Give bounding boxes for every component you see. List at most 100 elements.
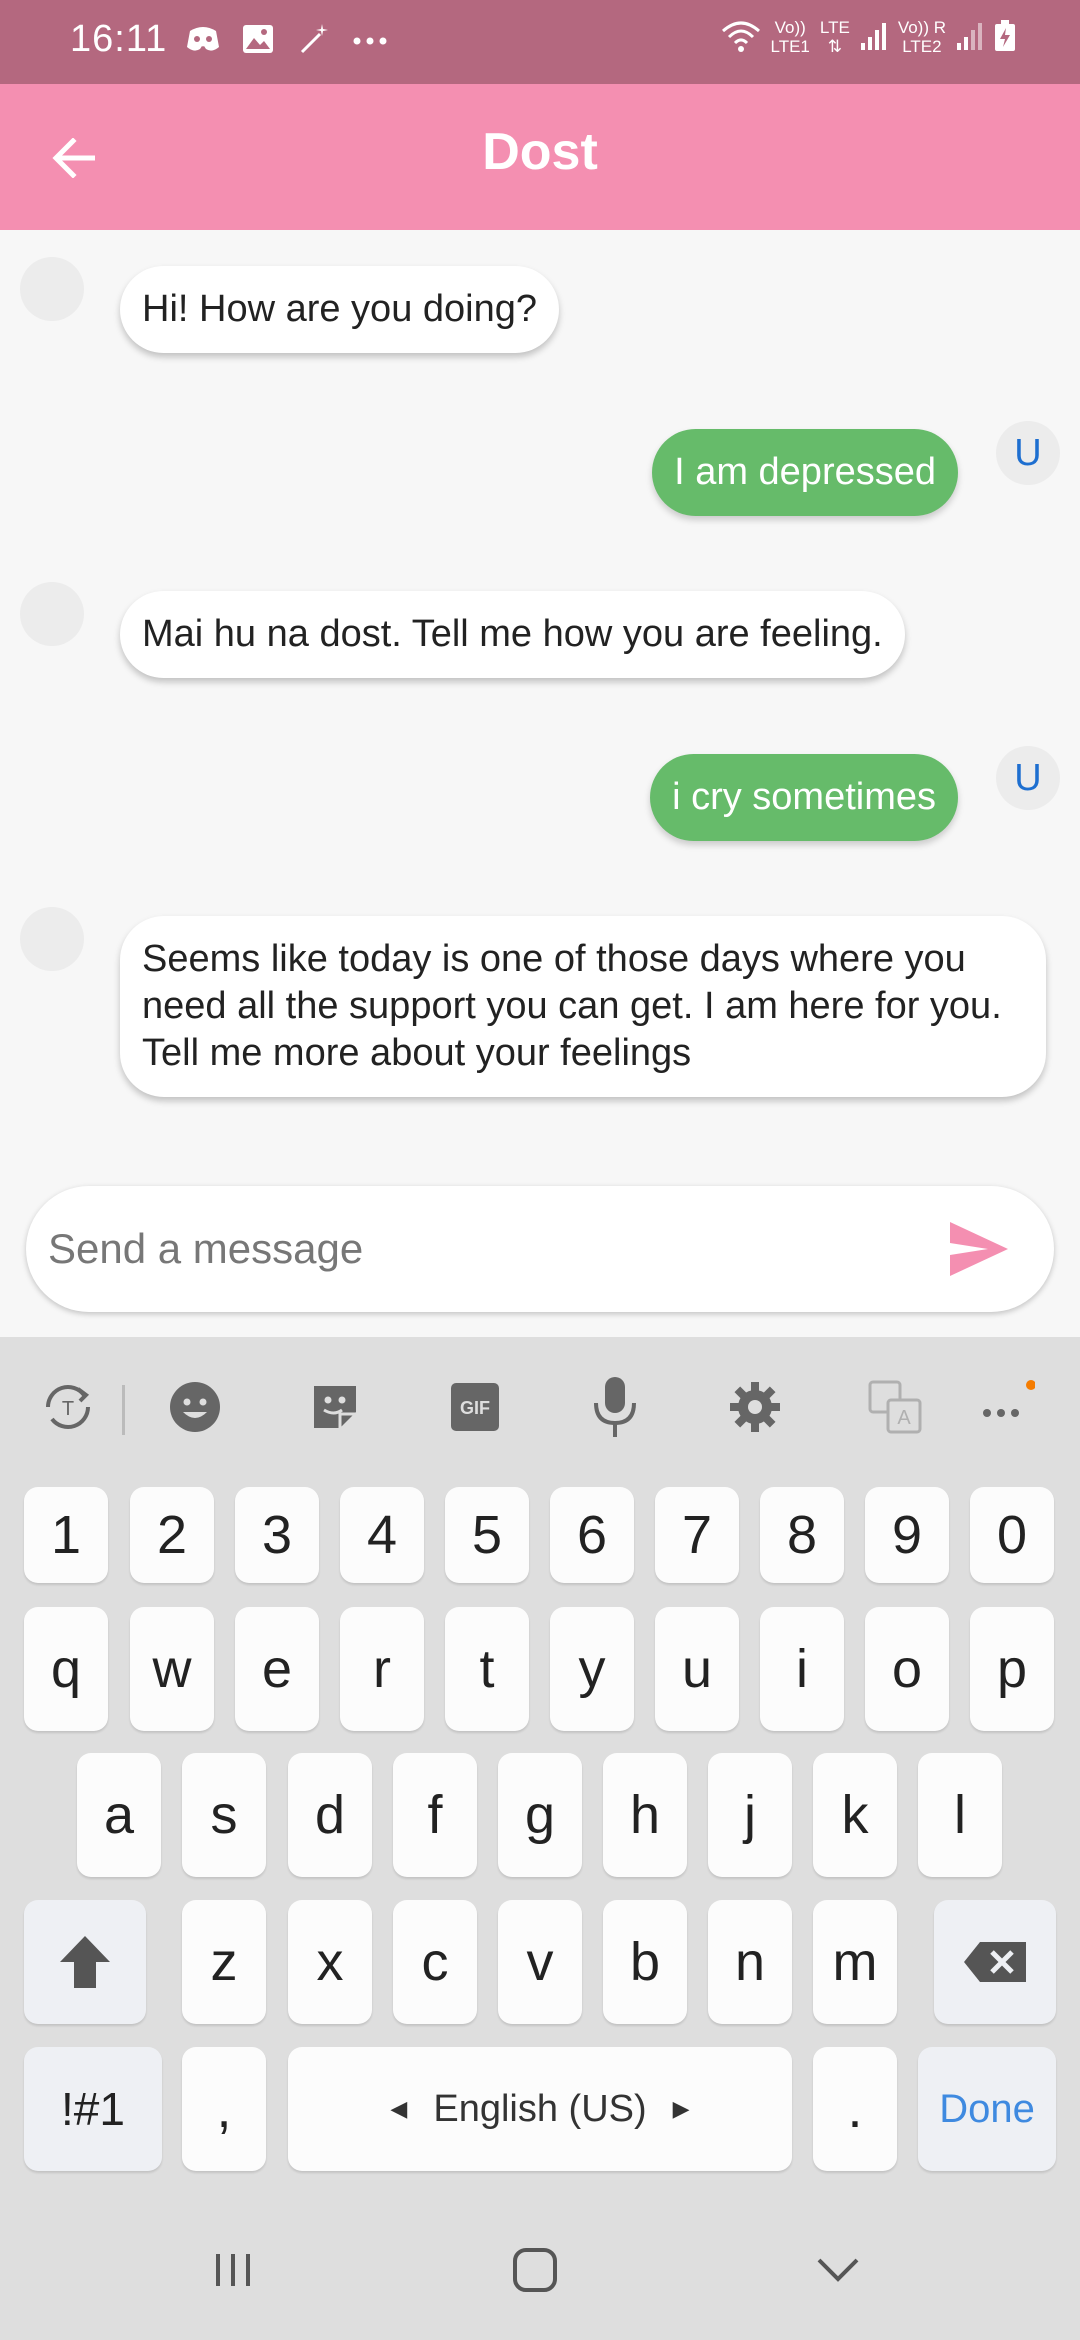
sim2-label: Vo)) R LTE2 xyxy=(898,18,946,56)
key-s[interactable]: s xyxy=(182,1753,266,1877)
sim2-lte: LTE2 xyxy=(902,37,942,56)
key-r[interactable]: r xyxy=(340,1607,424,1731)
user-avatar: U xyxy=(996,421,1060,485)
sim1-volte: Vo)) xyxy=(774,18,806,37)
key-i[interactable]: i xyxy=(760,1607,844,1731)
status-bar: 16:11 Vo)) LTE1 LTE ⇅ Vo)) R LTE2 xyxy=(0,0,1080,84)
toolbar-divider xyxy=(122,1385,125,1435)
sticker-icon[interactable] xyxy=(305,1377,365,1437)
caret-right-icon: ▶ xyxy=(672,2096,690,2121)
key-x[interactable]: x xyxy=(288,1900,372,2024)
key-k[interactable]: k xyxy=(813,1753,897,1877)
status-time: 16:11 xyxy=(70,18,168,60)
message-input[interactable] xyxy=(48,1214,908,1284)
bot-message: Mai hu na dost. Tell me how you are feel… xyxy=(120,591,905,678)
space-language-label: English (US) xyxy=(433,2087,647,2130)
backspace-key[interactable] xyxy=(934,1900,1056,2024)
app-bar: Dost xyxy=(0,84,1080,230)
key-u[interactable]: u xyxy=(655,1607,739,1731)
status-left-icons xyxy=(186,22,388,61)
translate-icon[interactable]: A xyxy=(865,1377,925,1437)
gear-icon[interactable] xyxy=(725,1377,785,1437)
status-right-icons: Vo)) LTE1 LTE ⇅ Vo)) R LTE2 xyxy=(721,18,1016,56)
key-4[interactable]: 4 xyxy=(340,1487,424,1583)
bot-avatar xyxy=(20,257,84,321)
send-icon xyxy=(950,1222,1008,1276)
battery-icon xyxy=(994,19,1016,55)
soft-keyboard: T GIF A 1 2 3 4 5 6 7 8 9 0 q w e r t y … xyxy=(0,1337,1080,2340)
lte-label: LTE xyxy=(819,18,850,37)
more-notifications-icon xyxy=(352,33,388,51)
microphone-icon[interactable] xyxy=(585,1377,645,1437)
key-9[interactable]: 9 xyxy=(865,1487,949,1583)
backspace-icon xyxy=(964,1942,1026,1982)
key-g[interactable]: g xyxy=(498,1753,582,1877)
wifi-icon xyxy=(721,19,761,56)
sim1-label: Vo)) LTE1 xyxy=(771,18,810,56)
symbols-key[interactable]: !#1 xyxy=(24,2047,162,2171)
key-n[interactable]: n xyxy=(708,1900,792,2024)
key-a[interactable]: a xyxy=(77,1753,161,1877)
key-0[interactable]: 0 xyxy=(970,1487,1054,1583)
key-6[interactable]: 6 xyxy=(550,1487,634,1583)
key-v[interactable]: v xyxy=(498,1900,582,2024)
home-icon xyxy=(513,2248,557,2292)
key-h[interactable]: h xyxy=(603,1753,687,1877)
shift-icon xyxy=(60,1936,110,1988)
gif-icon[interactable]: GIF xyxy=(445,1377,505,1437)
key-o[interactable]: o xyxy=(865,1607,949,1731)
user-avatar: U xyxy=(996,746,1060,810)
chat-list[interactable]: Hi! How are you doing? U I am depressed … xyxy=(0,230,1080,1337)
message-composer xyxy=(26,1186,1054,1312)
comma-key[interactable]: , xyxy=(182,2047,266,2171)
keyboard-toolbar: T GIF A xyxy=(0,1337,1080,1477)
emoji-icon[interactable] xyxy=(165,1377,225,1437)
chevron-down-icon xyxy=(817,2258,859,2282)
key-d[interactable]: d xyxy=(288,1753,372,1877)
key-l[interactable]: l xyxy=(918,1753,1002,1877)
key-w[interactable]: w xyxy=(130,1607,214,1731)
recent-apps-icon xyxy=(216,2254,250,2286)
key-1[interactable]: 1 xyxy=(24,1487,108,1583)
key-j[interactable]: j xyxy=(708,1753,792,1877)
user-message: I am depressed xyxy=(652,429,958,516)
sim2-volte: Vo)) R xyxy=(897,18,946,37)
key-e[interactable]: e xyxy=(235,1607,319,1731)
key-8[interactable]: 8 xyxy=(760,1487,844,1583)
user-message: i cry sometimes xyxy=(650,754,958,841)
key-7[interactable]: 7 xyxy=(655,1487,739,1583)
system-nav-bar xyxy=(0,2196,1080,2340)
more-icon[interactable] xyxy=(975,1377,1035,1437)
key-2[interactable]: 2 xyxy=(130,1487,214,1583)
svg-text:A: A xyxy=(897,1407,911,1429)
key-c[interactable]: c xyxy=(393,1900,477,2024)
key-q[interactable]: q xyxy=(24,1607,108,1731)
key-p[interactable]: p xyxy=(970,1607,1054,1731)
done-key[interactable]: Done xyxy=(918,2047,1056,2171)
key-t[interactable]: t xyxy=(445,1607,529,1731)
gallery-icon xyxy=(242,24,274,59)
key-y[interactable]: y xyxy=(550,1607,634,1731)
hide-keyboard-button[interactable] xyxy=(808,2240,868,2300)
key-5[interactable]: 5 xyxy=(445,1487,529,1583)
key-b[interactable]: b xyxy=(603,1900,687,2024)
svg-text:T: T xyxy=(62,1398,74,1420)
bot-avatar xyxy=(20,582,84,646)
sim1-lte: LTE1 xyxy=(770,37,810,56)
recent-apps-button[interactable] xyxy=(203,2240,263,2300)
text-recognition-icon[interactable]: T xyxy=(38,1377,98,1437)
bot-message: Hi! How are you doing? xyxy=(120,266,559,353)
key-m[interactable]: m xyxy=(813,1900,897,2024)
send-button[interactable] xyxy=(948,1220,1010,1278)
key-f[interactable]: f xyxy=(393,1753,477,1877)
period-key[interactable]: . xyxy=(813,2047,897,2171)
key-3[interactable]: 3 xyxy=(235,1487,319,1583)
data-arrows-icon: ⇅ xyxy=(827,37,842,56)
shift-key[interactable] xyxy=(24,1900,146,2024)
caret-left-icon: ◀ xyxy=(390,2096,408,2121)
discord-icon xyxy=(186,25,220,58)
home-button[interactable] xyxy=(505,2240,565,2300)
space-key[interactable]: ◀ English (US) ▶ xyxy=(288,2047,792,2171)
key-z[interactable]: z xyxy=(182,1900,266,2024)
signal-icon-2 xyxy=(956,21,984,54)
